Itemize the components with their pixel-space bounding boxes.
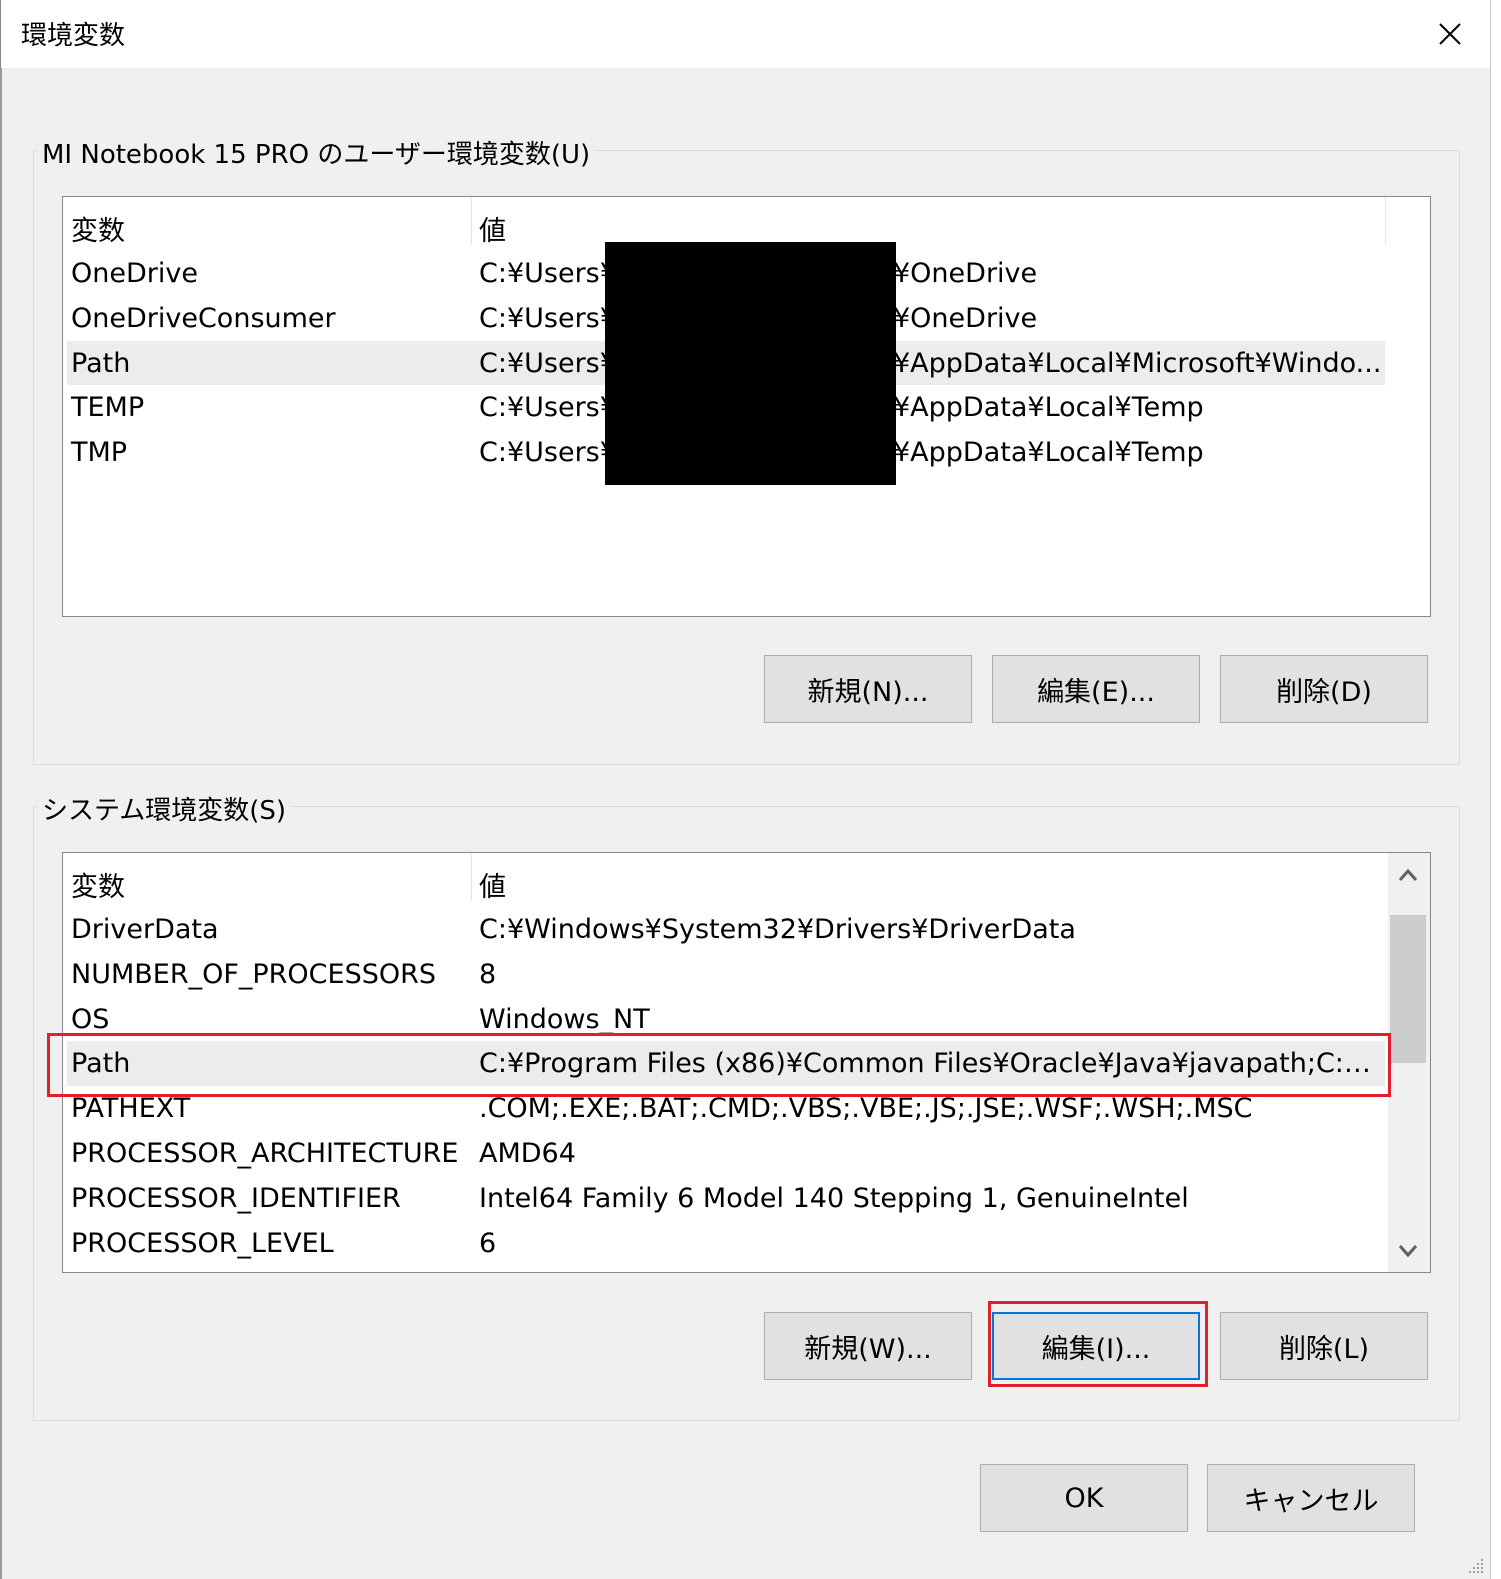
variable-value: Windows_NT <box>479 1003 650 1035</box>
system-variables-label: システム環境変数(S) <box>38 790 291 827</box>
scroll-thumb[interactable] <box>1390 915 1426 1063</box>
user-variables-list[interactable]: 変数 値 OneDrive C:¥Users¥ ¥OneDrive OneDriveC… <box>62 196 1431 617</box>
chevron-up-icon <box>1398 868 1418 881</box>
list-row[interactable]: OS Windows_NT <box>67 997 1385 1042</box>
list-row[interactable]: DriverData C:¥Windows¥System32¥Drivers¥Dr… <box>67 907 1385 952</box>
system-list-scrollbar[interactable] <box>1388 853 1430 1272</box>
ok-button[interactable]: OK <box>980 1464 1188 1532</box>
value-suffix: ¥OneDrive <box>893 302 1038 334</box>
window-title: 環境変数 <box>21 21 126 51</box>
variable-name: OneDriveConsumer <box>71 302 336 334</box>
list-row[interactable]: PROCESSOR_ARCHITECTURE AMD64 <box>67 1131 1385 1176</box>
system-edit-button[interactable]: 編集(I)... <box>992 1312 1200 1380</box>
user-variables-label: MI Notebook 15 PRO のユーザー環境変数(U) <box>38 134 595 171</box>
chevron-down-icon <box>1398 1245 1418 1258</box>
user-delete-button[interactable]: 削除(D) <box>1220 655 1428 723</box>
variable-value: .COM;.EXE;.BAT;.CMD;.VBS;.VBE;.JS;.JSE;.… <box>479 1093 1253 1125</box>
variable-value: C:¥Program Files (x86)¥Common Files¥Orac… <box>479 1048 1379 1080</box>
variable-name: OS <box>71 1003 110 1035</box>
window-left-edge <box>0 68 2 1579</box>
variable-name: DriverData <box>71 914 219 945</box>
value-prefix: C:¥Users¥ <box>479 258 617 289</box>
value-suffix: ¥OneDrive <box>893 258 1038 289</box>
list-row[interactable]: PATHEXT .COM;.EXE;.BAT;.CMD;.VBS;.VBE;.JS… <box>67 1086 1385 1131</box>
list-row[interactable]: Path C:¥Program Files (x86)¥Common Files¥… <box>67 1041 1385 1087</box>
scroll-up-button[interactable] <box>1388 855 1428 895</box>
value-prefix: C:¥Users¥ <box>479 392 617 424</box>
variable-name: Path <box>71 1048 131 1080</box>
value-suffix: ¥AppData¥Local¥Temp <box>893 437 1204 469</box>
system-new-button[interactable]: 新規(W)... <box>764 1312 972 1380</box>
list-row[interactable]: PROCESSOR_IDENTIFIER Intel64 Family 6 Mod… <box>67 1176 1385 1221</box>
close-button[interactable] <box>1415 0 1485 68</box>
variable-value: Intel64 Family 6 Model 140 Stepping 1, G… <box>479 1182 1189 1214</box>
variable-name: PATHEXT <box>71 1093 191 1125</box>
column-header-variable[interactable]: 変数 <box>71 865 125 904</box>
variable-value: 6 <box>479 1227 497 1259</box>
system-delete-button[interactable]: 削除(L) <box>1220 1312 1428 1380</box>
value-prefix: C:¥Users¥ <box>479 302 617 334</box>
cancel-button[interactable]: キャンセル <box>1207 1464 1415 1532</box>
system-variables-list[interactable]: 変数 値 DriverData C:¥Windows¥System32¥Drive… <box>62 852 1431 1273</box>
variable-name: PROCESSOR_IDENTIFIER <box>71 1182 401 1214</box>
resize-grip-icon[interactable] <box>1465 1555 1485 1575</box>
variable-name: Path <box>71 347 131 379</box>
value-suffix: ¥AppData¥Local¥Temp <box>893 392 1204 424</box>
close-icon <box>1439 23 1461 45</box>
variable-name: TMP <box>71 437 128 469</box>
list-row[interactable]: PROCESSOR_LEVEL 6 <box>67 1221 1385 1266</box>
column-header-value[interactable]: 値 <box>479 209 506 248</box>
column-header-value[interactable]: 値 <box>479 865 506 904</box>
variable-name: NUMBER_OF_PROCESSORS <box>71 958 437 990</box>
redaction-box <box>605 242 896 485</box>
value-prefix: C:¥Users¥ <box>479 437 617 469</box>
system-list-header: 変数 値 <box>63 853 1430 905</box>
variable-name: PROCESSOR_ARCHITECTURE <box>71 1138 459 1169</box>
scroll-down-button[interactable] <box>1388 1231 1428 1271</box>
variable-value: C:¥Windows¥System32¥Drivers¥DriverData <box>479 914 1076 945</box>
user-edit-button[interactable]: 編集(E)... <box>992 655 1200 723</box>
variable-value: AMD64 <box>479 1138 576 1169</box>
variable-value: 8 <box>479 958 497 990</box>
variable-name: PROCESSOR_LEVEL <box>71 1227 334 1259</box>
value-suffix: ¥AppData¥Local¥Microsoft¥Windo... <box>893 347 1379 379</box>
value-prefix: C:¥Users¥ <box>479 347 617 379</box>
variable-name: OneDrive <box>71 258 198 289</box>
user-new-button[interactable]: 新規(N)... <box>764 655 972 723</box>
title-bar: 環境変数 <box>0 0 1491 68</box>
variable-name: TEMP <box>71 392 145 424</box>
list-row[interactable]: NUMBER_OF_PROCESSORS 8 <box>67 952 1385 997</box>
window-right-edge <box>1490 0 1501 1579</box>
column-header-variable[interactable]: 変数 <box>71 209 125 248</box>
